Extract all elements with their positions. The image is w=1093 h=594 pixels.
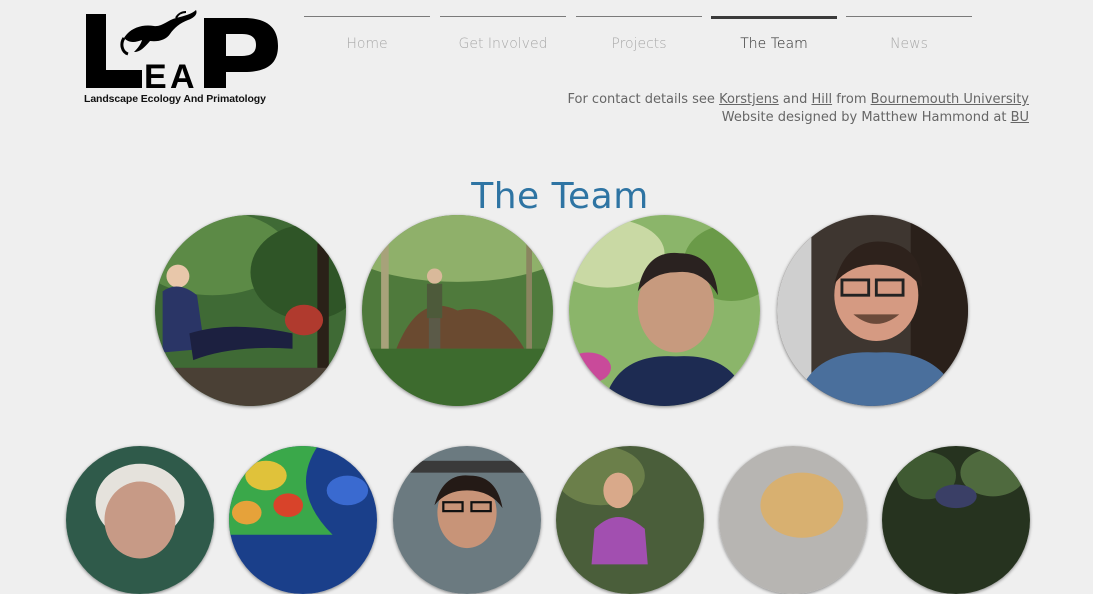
team-photo[interactable] [882, 446, 1030, 594]
nav-news[interactable]: News [846, 16, 972, 54]
contact-prefix: For contact details see [567, 92, 720, 107]
contact-line-1: For contact details see Korstjens and Hi… [567, 91, 1029, 109]
nav-home[interactable]: Home [304, 16, 430, 54]
contact-from: from [832, 92, 871, 107]
contact-info: For contact details see Korstjens and Hi… [567, 91, 1029, 127]
contact-line-2: Website designed by Matthew Hammond at B… [567, 109, 1029, 127]
team-photo[interactable] [362, 215, 553, 406]
team-photo-image [569, 215, 760, 406]
svg-text:A: A [170, 58, 195, 93]
site-logo[interactable]: E A Landscape Ecology And Primatology [84, 8, 284, 108]
nav-get-involved[interactable]: Get Involved [440, 16, 566, 54]
leap-logo-mark: E A [86, 10, 278, 93]
link-bournemouth-university[interactable]: Bournemouth University [871, 92, 1029, 107]
team-photo[interactable] [229, 446, 377, 594]
team-photo-image [66, 446, 214, 594]
logo-caption: Landscape Ecology And Primatology [84, 93, 266, 105]
team-photo[interactable] [155, 215, 346, 406]
team-photo-image [393, 446, 541, 594]
team-photo[interactable] [66, 446, 214, 594]
link-hill[interactable]: Hill [811, 92, 832, 107]
contact-and: and [778, 92, 812, 107]
team-photo-image [777, 215, 968, 406]
team-photo-image [719, 446, 867, 594]
team-photo[interactable] [569, 215, 760, 406]
team-photo-image [556, 446, 704, 594]
page-title: The Team [471, 176, 649, 218]
team-photo[interactable] [719, 446, 867, 594]
nav-projects[interactable]: Projects [576, 16, 702, 54]
svg-text:E: E [144, 58, 167, 93]
team-photo[interactable] [393, 446, 541, 594]
team-photo-image [229, 446, 377, 594]
team-photo-image [155, 215, 346, 406]
team-photo-image [362, 215, 553, 406]
team-photo-image [882, 446, 1030, 594]
link-korstjens[interactable]: Korstjens [719, 92, 779, 107]
nav-the-team[interactable]: The Team [711, 16, 837, 54]
team-photo[interactable] [777, 215, 968, 406]
team-photo[interactable] [556, 446, 704, 594]
link-bu[interactable]: BU [1011, 110, 1029, 125]
designer-credit: Website designed by Matthew Hammond at [721, 110, 1011, 125]
